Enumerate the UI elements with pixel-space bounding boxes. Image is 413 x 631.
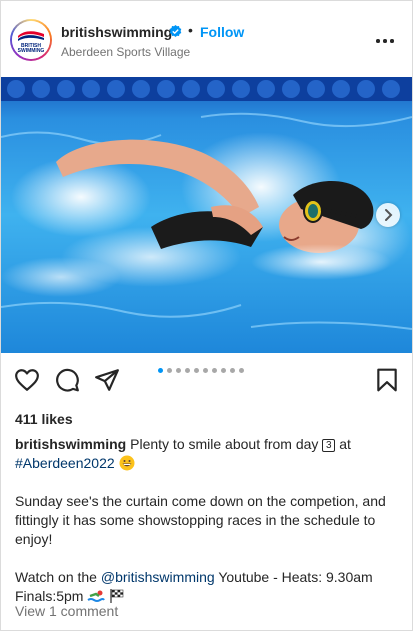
chequered-flag-emoji-icon bbox=[110, 589, 124, 603]
heart-icon[interactable] bbox=[14, 367, 40, 393]
caption-text-2: at bbox=[339, 436, 351, 452]
swimmer-emoji-icon bbox=[87, 590, 106, 602]
verified-badge-icon bbox=[169, 25, 182, 37]
post-header: BRITISH SWIMMING britishswimming • Follo… bbox=[1, 1, 412, 77]
chevron-right-icon bbox=[385, 209, 393, 221]
caption-username[interactable]: britishswimming bbox=[15, 436, 126, 452]
grinning-face-emoji-icon bbox=[119, 455, 135, 471]
more-options-icon[interactable] bbox=[371, 31, 399, 49]
post-username[interactable]: britishswimming bbox=[61, 24, 172, 40]
keycap-number-emoji: 3 bbox=[322, 439, 336, 452]
caption-text-3: Watch on the bbox=[15, 569, 97, 585]
view-comments-link[interactable]: View 1 comment bbox=[15, 603, 118, 619]
avatar-logo: BRITISH SWIMMING bbox=[12, 21, 50, 59]
hashtag-link[interactable]: #Aberdeen2022 bbox=[15, 455, 115, 471]
caption-text-1: Plenty to smile about from day bbox=[130, 436, 319, 452]
paper-plane-icon[interactable] bbox=[94, 367, 120, 393]
mention-link[interactable]: @britishswimming bbox=[101, 569, 215, 585]
avatar-text-2: SWIMMING bbox=[18, 48, 45, 54]
follow-button[interactable]: Follow bbox=[200, 24, 244, 40]
post-caption: britishswimming Plenty to smile about fr… bbox=[15, 435, 400, 606]
avatar[interactable]: BRITISH SWIMMING bbox=[10, 19, 52, 61]
separator-dot: • bbox=[188, 22, 193, 38]
instagram-post-card: BRITISH SWIMMING britishswimming • Follo… bbox=[0, 0, 413, 631]
caption-paragraph-2: Sunday see's the curtain come down on th… bbox=[15, 493, 386, 547]
likes-count[interactable]: 411 likes bbox=[15, 411, 73, 427]
post-location[interactable]: Aberdeen Sports Village bbox=[61, 45, 190, 59]
bookmark-icon[interactable] bbox=[374, 367, 400, 393]
next-image-button[interactable] bbox=[376, 203, 400, 227]
post-image[interactable] bbox=[1, 77, 412, 353]
comment-icon[interactable] bbox=[54, 367, 80, 393]
action-bar bbox=[1, 353, 412, 405]
